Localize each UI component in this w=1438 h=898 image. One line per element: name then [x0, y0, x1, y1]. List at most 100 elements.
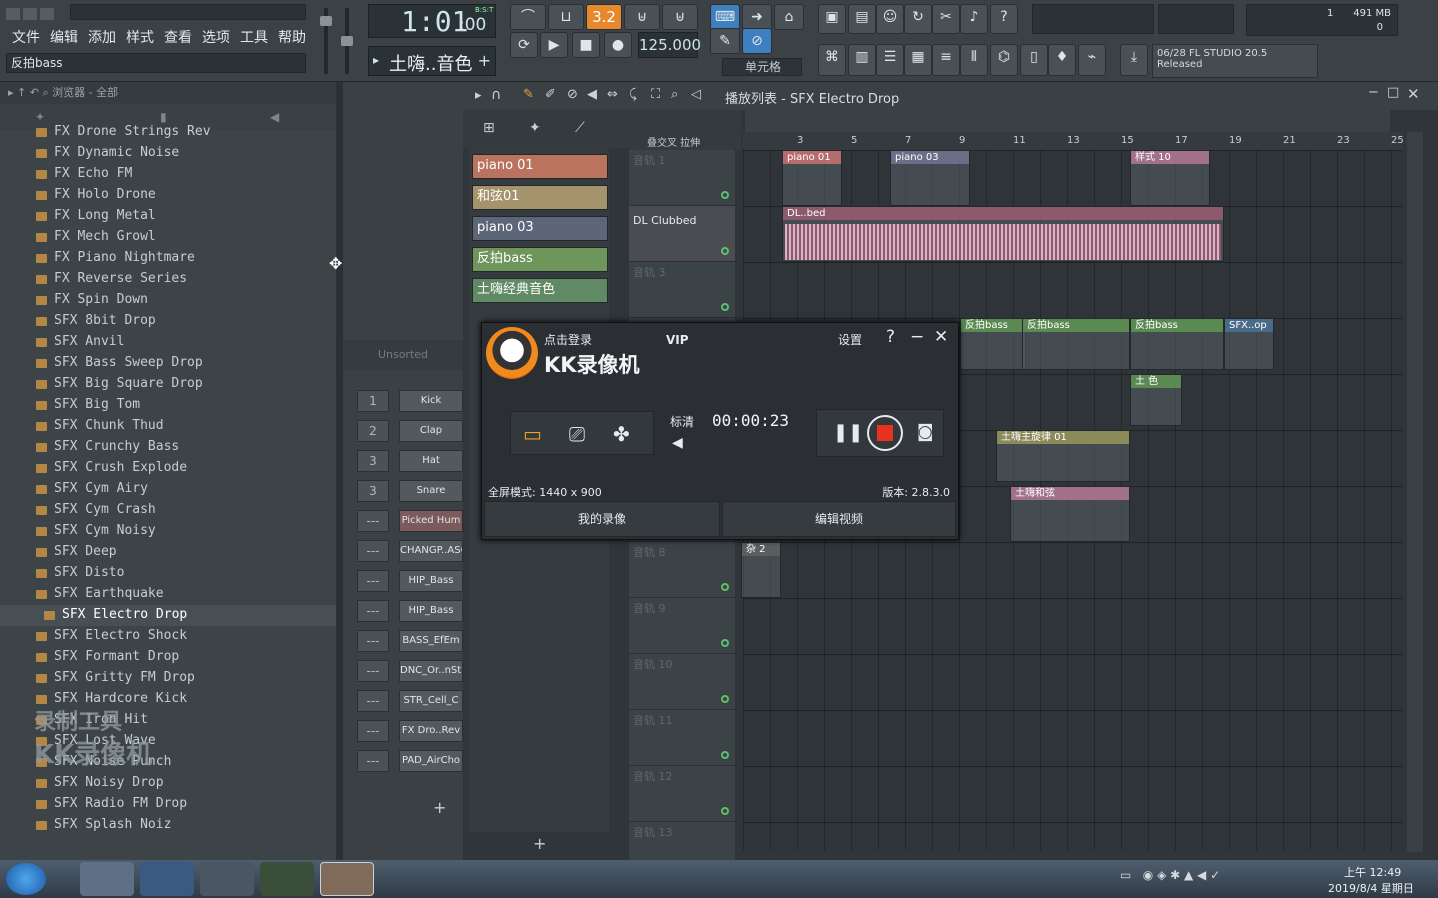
track-header[interactable]: DL Clubbed	[629, 206, 735, 262]
channel-name-button[interactable]: PAD_AirCho	[399, 750, 463, 772]
delete-icon[interactable]: ⊘	[567, 87, 578, 102]
menu-add[interactable]: 添加	[88, 27, 116, 47]
rack-filter[interactable]: Unsorted	[343, 340, 463, 370]
track-header[interactable]: 音轨 11	[629, 710, 735, 766]
pencil-tool-icon[interactable]: ✎	[710, 28, 740, 54]
download-icon[interactable]: ⤓	[1120, 44, 1148, 76]
undo-history-icon[interactable]: ↻	[904, 4, 932, 34]
taskbar-avatar-icon[interactable]	[200, 862, 254, 896]
kk-close-icon[interactable]: ✕	[934, 327, 948, 347]
playlist-clip[interactable]: DL..bed	[782, 206, 1224, 262]
track-mute-led[interactable]	[721, 247, 729, 255]
piano-roll-icon[interactable]: ▥	[848, 44, 876, 76]
playlist-clip[interactable]: 样式 10	[1130, 150, 1210, 206]
track-mute-led[interactable]	[721, 191, 729, 199]
channel-name-button[interactable]: FX Dro..Rev	[399, 720, 463, 742]
playlist-clip[interactable]: piano 03	[890, 150, 970, 206]
add-channel-button[interactable]: +	[433, 798, 446, 817]
browser-item[interactable]: SFX Splash Noiz	[0, 815, 336, 836]
wait-input-button[interactable]: ⊔	[548, 4, 584, 30]
add-pattern-button[interactable]: +	[533, 834, 546, 853]
channel-row[interactable]: 2 Clap	[343, 420, 463, 446]
channel-row[interactable]: --- HIP_Bass	[343, 600, 463, 626]
tempo-display[interactable]: 125.000	[638, 32, 701, 58]
playlist-clip[interactable]: 反拍bass	[960, 318, 1026, 370]
stop-icon[interactable]: ■	[572, 32, 600, 58]
save-icon[interactable]: ▣	[818, 4, 846, 34]
browser-tree-icon[interactable]: ⌬	[990, 44, 1018, 76]
start-button[interactable]	[6, 863, 46, 895]
browser-item[interactable]: FX Mech Growl	[0, 227, 336, 248]
mixer-faders-icon[interactable]: ⫴	[960, 44, 988, 76]
mute-icon[interactable]: ◀	[587, 87, 597, 102]
playback-icon[interactable]: ◁	[691, 87, 701, 102]
menu-view[interactable]: 查看	[164, 27, 192, 47]
kk-edit-video-button[interactable]: 编辑视频	[722, 501, 956, 537]
browser-item[interactable]: FX Reverse Series	[0, 269, 336, 290]
channel-row[interactable]: --- Picked Hum	[343, 510, 463, 536]
channel-name-button[interactable]: HIP_Bass	[399, 570, 463, 592]
channel-name-button[interactable]: Clap	[399, 420, 463, 442]
kk-quality[interactable]: 标清	[670, 413, 694, 430]
news-panel[interactable]: 06/28 FL STUDIO 20.5 Released	[1152, 44, 1318, 78]
channel-mixer-track[interactable]: 2	[357, 420, 389, 442]
browser-item[interactable]: SFX Gritty FM Drop	[0, 668, 336, 689]
taskbar-explorer-icon[interactable]	[80, 862, 134, 896]
browser-item[interactable]: SFX Electro Shock	[0, 626, 336, 647]
scissors-icon[interactable]: ✂	[932, 4, 960, 34]
browser-item[interactable]: SFX Bass Sweep Drop	[0, 353, 336, 374]
kk-vip-badge[interactable]: VIP	[666, 333, 689, 347]
vertical-scrollbar[interactable]	[1407, 132, 1423, 852]
kk-login-link[interactable]: 点击登录	[544, 331, 592, 348]
channel-name-button[interactable]: BASS_EfEm	[399, 630, 463, 652]
close-icon[interactable]: ✕	[1407, 85, 1420, 103]
browser-item[interactable]: SFX Earthquake	[0, 584, 336, 605]
channel-mixer-track[interactable]: ---	[357, 540, 389, 562]
song-position-display[interactable]: 1:01 :00 B:S:T	[368, 4, 496, 38]
timeline-ruler[interactable]: 3 5 7 9 11 13 15 17 19 21 23 25	[743, 132, 1404, 150]
channel-row[interactable]: --- STR_Cell_C	[343, 690, 463, 716]
menu-tools[interactable]: 工具	[240, 27, 268, 47]
kk-minimize-icon[interactable]: −	[910, 327, 924, 347]
kk-settings-link[interactable]: 设置	[838, 331, 862, 348]
kk-screenshot-icon[interactable]: ◙	[917, 422, 934, 442]
track-header[interactable]: 音轨 9	[629, 598, 735, 654]
maximize-icon[interactable]: □	[1387, 85, 1399, 100]
channel-row[interactable]: --- DNC_Or..nStr	[343, 660, 463, 686]
browser-item[interactable]: FX Drone Strings Rev	[0, 124, 336, 143]
channel-name-button[interactable]: Picked Hum	[399, 510, 463, 532]
channel-name-button[interactable]: STR_Cell_C	[399, 690, 463, 712]
picker-automation-icon[interactable]: ⟋	[575, 120, 585, 136]
browser-item[interactable]: FX Piano Nightmare	[0, 248, 336, 269]
channel-row[interactable]: 3 Snare	[343, 480, 463, 506]
picker-patterns-icon[interactable]: ⊞	[483, 120, 495, 136]
track-header[interactable]: 音轨 8	[629, 542, 735, 598]
browser-item[interactable]: SFX Cym Airy	[0, 479, 336, 500]
link-icon[interactable]: ⊘	[742, 28, 772, 54]
kk-stop-button[interactable]	[867, 415, 903, 451]
pattern-item[interactable]: 和弦01	[472, 185, 608, 210]
channel-name-button[interactable]: Snare	[399, 480, 463, 502]
pitch-knob[interactable]	[341, 36, 353, 46]
playlist-options[interactable]: 叠交叉 拉伸	[647, 134, 700, 149]
minimize-icon[interactable]: −	[1368, 85, 1379, 100]
channel-mixer-track[interactable]: ---	[357, 660, 389, 682]
kk-region-icon[interactable]: ⎚	[569, 422, 585, 446]
horizontal-scrollbar[interactable]	[745, 110, 1390, 132]
pat-song-toggle[interactable]: ⟳	[510, 32, 538, 58]
kk-my-recordings-button[interactable]: 我的录像	[484, 501, 720, 537]
step-edit-button[interactable]: ⊎	[624, 4, 660, 30]
browser-item[interactable]: SFX Anvil	[0, 332, 336, 353]
record-icon[interactable]: ●	[604, 32, 632, 58]
menu-options[interactable]: 选项	[202, 27, 230, 47]
track-mute-led[interactable]	[721, 639, 729, 647]
step-sequencer-icon[interactable]: ▦	[904, 44, 932, 76]
channel-mixer-track[interactable]: ---	[357, 690, 389, 712]
playlist-clip[interactable]: 土嗨和弦	[1010, 486, 1130, 542]
browser-item[interactable]: SFX Noisy Drop	[0, 773, 336, 794]
channel-row[interactable]: --- CHANGP..ASC	[343, 540, 463, 566]
menu-help[interactable]: 帮助	[278, 27, 306, 47]
arrow-right-icon[interactable]: ➜	[742, 4, 772, 30]
track-header[interactable]: 音轨 10	[629, 654, 735, 710]
playlist-icon[interactable]: ⌘	[818, 44, 846, 76]
